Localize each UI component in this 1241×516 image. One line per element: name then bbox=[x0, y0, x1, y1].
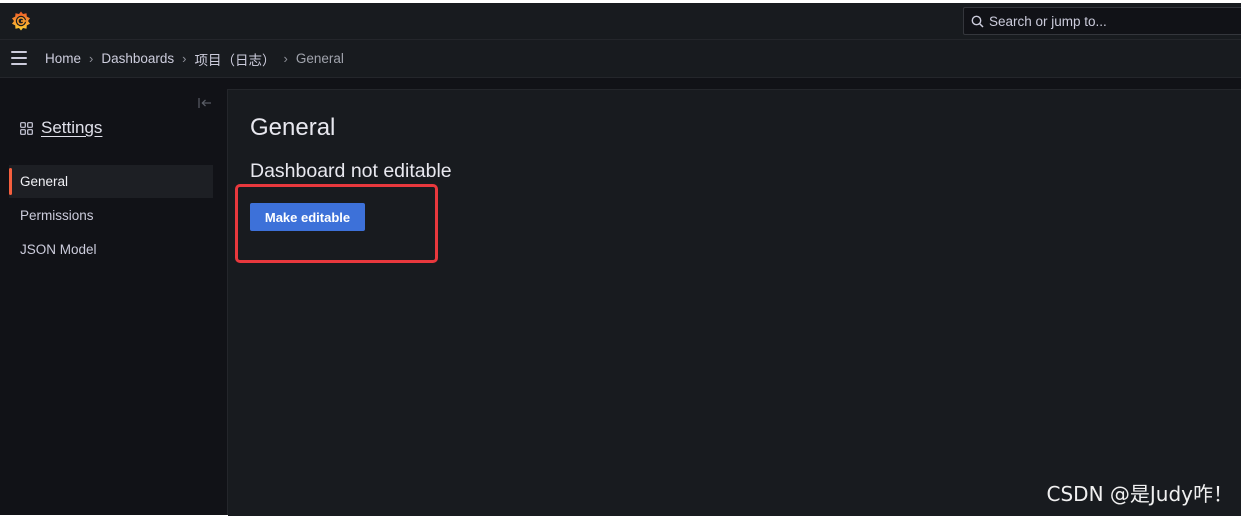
search-input[interactable] bbox=[989, 8, 1229, 34]
collapse-sidebar-icon[interactable] bbox=[198, 97, 212, 109]
breadcrumb-dashboards[interactable]: Dashboards bbox=[101, 51, 174, 66]
highlight-annotation-box bbox=[235, 184, 438, 263]
breadcrumb-bar: Home › Dashboards › 项目（日志） › General bbox=[0, 40, 1241, 78]
top-bar bbox=[0, 3, 1241, 40]
search-box[interactable] bbox=[963, 7, 1241, 35]
chevron-right-icon: › bbox=[283, 51, 288, 66]
breadcrumb-home[interactable]: Home bbox=[45, 51, 81, 66]
breadcrumb-dashboard[interactable]: 项目（日志） bbox=[195, 49, 276, 69]
sidebar-item-permissions[interactable]: Permissions bbox=[9, 199, 213, 232]
settings-sidebar: Settings General Permissions JSON Model bbox=[0, 89, 228, 515]
apps-grid-icon bbox=[20, 121, 33, 135]
sidebar-item-general[interactable]: General bbox=[9, 165, 213, 198]
grafana-logo-icon[interactable] bbox=[10, 10, 32, 32]
settings-content: General Dashboard not editable Make edit… bbox=[228, 89, 1241, 516]
chevron-right-icon: › bbox=[89, 51, 94, 66]
settings-heading: Settings bbox=[20, 118, 102, 138]
grafana-app: Home › Dashboards › 项目（日志） › General Set… bbox=[0, 3, 1241, 516]
not-editable-heading: Dashboard not editable bbox=[250, 160, 452, 182]
search-icon bbox=[971, 15, 984, 28]
menu-toggle-icon[interactable] bbox=[9, 50, 31, 66]
settings-title[interactable]: Settings bbox=[41, 118, 102, 138]
page-title: General bbox=[250, 114, 336, 141]
breadcrumb: Home › Dashboards › 项目（日志） › General bbox=[45, 40, 344, 77]
watermark: CSDN @是Judy咋！ bbox=[1046, 482, 1233, 506]
breadcrumb-current: General bbox=[295, 51, 344, 66]
sidebar-item-json-model[interactable]: JSON Model bbox=[9, 233, 213, 266]
chevron-right-icon: › bbox=[182, 51, 187, 66]
